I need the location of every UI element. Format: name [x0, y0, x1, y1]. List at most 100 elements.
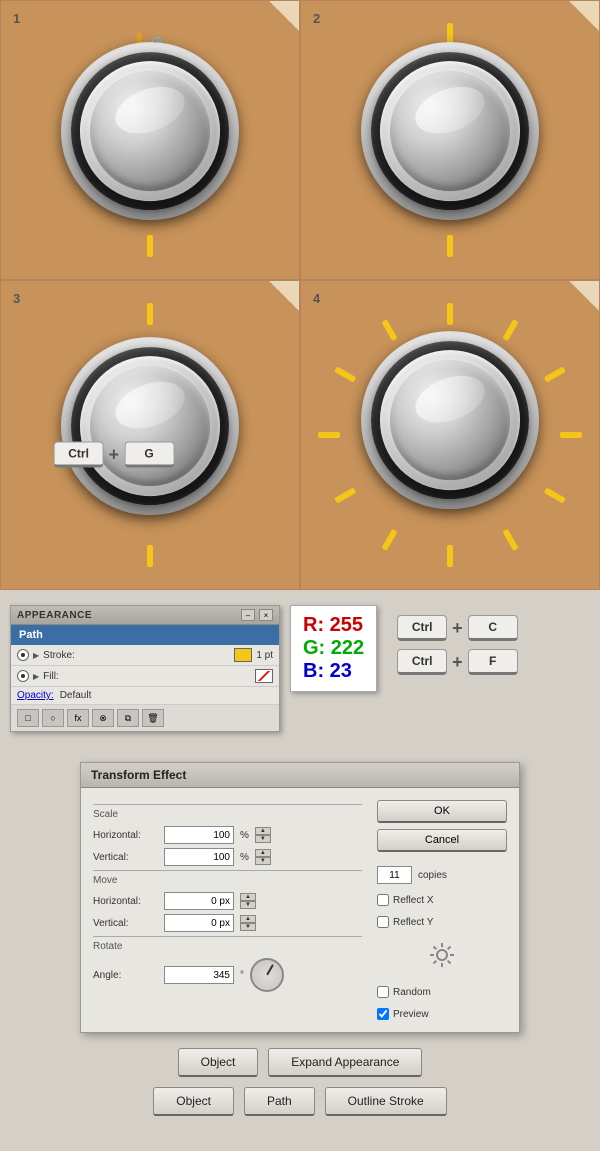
knob-ring-1	[71, 52, 229, 210]
knob-inner-1	[90, 71, 210, 191]
reflect-y-checkbox[interactable]	[377, 916, 389, 928]
move-v-input[interactable]	[164, 914, 234, 932]
expand-appearance-btn[interactable]: Expand Appearance	[268, 1048, 422, 1077]
appearance-panel: APPEARANCE – × Path ▶ Stroke: 1 pt ▶ Fil…	[10, 605, 280, 732]
ap-opacity-label[interactable]: Opacity:	[17, 690, 54, 701]
color-g-value: 222	[331, 637, 364, 659]
bottom-row-1: Object Expand Appearance	[20, 1048, 580, 1077]
ap-stroke-value: 1 pt	[256, 650, 273, 661]
knob-ring-2	[371, 52, 529, 210]
shortcuts-panel: Ctrl + C Ctrl + F	[387, 605, 528, 685]
scale-section-label: Scale	[93, 804, 362, 820]
knob-ring-3	[71, 347, 229, 505]
ap-fill-row: ▶ Fill:	[11, 666, 279, 687]
move-h-down[interactable]: ▼	[240, 901, 256, 909]
knob-shine-1	[109, 78, 191, 142]
color-r-row: R: 255	[303, 614, 364, 637]
scale-h-input[interactable]	[164, 826, 234, 844]
bottom-object-btn-2[interactable]: Object	[153, 1087, 234, 1116]
reflect-x-checkbox[interactable]	[377, 894, 389, 906]
ap-tool-mask[interactable]: ⊗	[92, 709, 114, 727]
panel-1: 1 🔗	[0, 0, 300, 280]
preview-checkbox[interactable]	[377, 1008, 389, 1020]
shortcut-ctrl-f: Ctrl + F	[397, 649, 518, 675]
c-key[interactable]: C	[468, 615, 518, 641]
dialog-body: Scale Horizontal: % ▲ ▼ Vertical: % ▲	[81, 788, 519, 1032]
preview-label: Preview	[393, 1009, 429, 1020]
random-row: Random	[377, 986, 507, 998]
angle-input[interactable]	[164, 966, 234, 984]
scale-h-row: Horizontal: % ▲ ▼	[93, 826, 362, 844]
knob-outer-2	[380, 61, 520, 201]
copies-input[interactable]	[377, 866, 412, 884]
dial-hand	[266, 964, 274, 975]
ap-fill-swatch[interactable]	[255, 669, 273, 683]
ap-stroke-color-swatch[interactable]	[234, 648, 252, 662]
ap-tool-delete[interactable]: 🗑	[142, 709, 164, 727]
ctrl-key-3[interactable]: Ctrl	[54, 442, 104, 468]
ctrl-key-f[interactable]: Ctrl	[397, 649, 447, 675]
color-r-value: 255	[330, 614, 363, 636]
panel3-shortcut: Ctrl + G	[54, 442, 175, 468]
tick-top-3	[147, 303, 153, 325]
move-h-up[interactable]: ▲	[240, 893, 256, 901]
color-r-label: R:	[303, 614, 330, 636]
panel-3-number: 3	[13, 291, 20, 306]
move-v-down[interactable]: ▼	[240, 923, 256, 931]
bottom-row-2: Object Path Outline Stroke	[20, 1087, 580, 1116]
plus-c: +	[452, 618, 463, 639]
middle-section: APPEARANCE – × Path ▶ Stroke: 1 pt ▶ Fil…	[0, 590, 600, 747]
cancel-button[interactable]: Cancel	[377, 829, 507, 852]
ap-close-btn[interactable]: ×	[259, 609, 273, 621]
outline-stroke-btn[interactable]: Outline Stroke	[325, 1087, 447, 1116]
knob-shine-4	[409, 367, 491, 431]
tick-bottom-3	[147, 545, 153, 567]
plus-3: +	[109, 444, 120, 465]
color-popup: R: 255 G: 222 B: 23	[290, 605, 377, 692]
ap-titlebar: APPEARANCE – ×	[11, 606, 279, 625]
move-h-stepper: ▲ ▼	[240, 893, 256, 909]
knob-inner-2	[390, 71, 510, 191]
ap-minimize-btn[interactable]: –	[241, 609, 255, 621]
path-btn[interactable]: Path	[244, 1087, 315, 1116]
move-h-row: Horizontal: ▲ ▼	[93, 892, 362, 910]
scale-v-unit: %	[240, 852, 249, 863]
ap-opacity-value: Default	[60, 690, 92, 701]
ok-button[interactable]: OK	[377, 800, 507, 823]
ap-fill-eye[interactable]	[17, 670, 29, 682]
scale-v-row: Vertical: % ▲ ▼	[93, 848, 362, 866]
random-checkbox[interactable]	[377, 986, 389, 998]
scale-v-input[interactable]	[164, 848, 234, 866]
ap-path-label: Path	[19, 629, 43, 641]
bottom-object-btn-1[interactable]: Object	[178, 1048, 259, 1077]
ap-tool-fx[interactable]: fx	[67, 709, 89, 727]
shortcut-ctrl-c: Ctrl + C	[397, 615, 518, 641]
reflect-y-label: Reflect Y	[393, 917, 433, 928]
ap-tool-circle[interactable]: ○	[42, 709, 64, 727]
scale-h-down[interactable]: ▼	[255, 835, 271, 843]
scale-h-up[interactable]: ▲	[255, 827, 271, 835]
angle-dial[interactable]	[250, 958, 284, 992]
move-h-input[interactable]	[164, 892, 234, 910]
move-h-label: Horizontal:	[93, 896, 158, 907]
ap-stroke-arrow: ▶	[33, 651, 39, 660]
ctrl-key-c[interactable]: Ctrl	[397, 615, 447, 641]
f-key[interactable]: F	[468, 649, 518, 675]
plus-f: +	[452, 652, 463, 673]
ap-fill-label: Fill:	[43, 671, 251, 682]
corner-fold-1	[269, 1, 299, 31]
ap-tool-copy[interactable]: ⧉	[117, 709, 139, 727]
ap-tool-new[interactable]: □	[17, 709, 39, 727]
knob-inner-3	[90, 366, 210, 486]
scale-v-stepper: ▲ ▼	[255, 849, 271, 865]
scale-v-down[interactable]: ▼	[255, 857, 271, 865]
panel-2-number: 2	[313, 11, 320, 26]
knob-ring-4	[371, 341, 529, 499]
knob-2	[361, 42, 539, 220]
knob-outer-4	[380, 350, 520, 490]
reflect-x-row: Reflect X	[377, 894, 507, 906]
g-key-3[interactable]: G	[124, 442, 174, 468]
move-v-up[interactable]: ▲	[240, 915, 256, 923]
scale-v-up[interactable]: ▲	[255, 849, 271, 857]
ap-stroke-eye[interactable]	[17, 649, 29, 661]
